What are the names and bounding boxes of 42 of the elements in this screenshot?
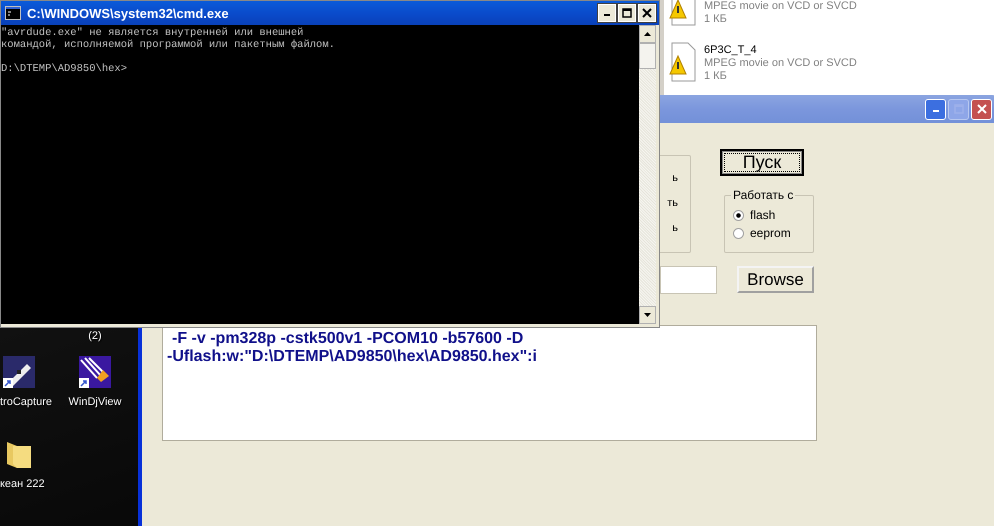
option-label: ь (672, 221, 678, 235)
option-label: ть (667, 196, 678, 210)
close-button[interactable] (638, 4, 656, 22)
browse-button[interactable]: Browse (737, 266, 814, 293)
group-label: Работать с (731, 188, 796, 202)
option-label: ь (672, 171, 678, 185)
command-line: -Uflash:w:"D:\DTEMP\AD9850\hex\AD9850.hex":i (167, 348, 538, 366)
start-button[interactable]: Пуск (720, 149, 804, 176)
radio-label[interactable]: flash (750, 208, 776, 222)
scroll-up-button[interactable] (639, 25, 656, 43)
file-name[interactable]: 6P3C_T_4 (704, 44, 857, 57)
window-title: C:\WINDOWS\system32\cmd.exe (27, 6, 230, 20)
icon-label[interactable]: troCapture (0, 396, 52, 408)
scroll-down-button[interactable] (639, 306, 656, 324)
file-size: 1 КБ (704, 13, 728, 26)
path-field[interactable] (660, 266, 717, 294)
file-type: MPEG movie on VCD or SVCD (704, 57, 857, 70)
file-size: 1 КБ (704, 70, 728, 83)
maximize-icon (622, 8, 632, 18)
close-icon (976, 104, 986, 114)
down-arrow-icon (644, 313, 651, 317)
file-warning-icon (668, 42, 696, 82)
console-line: командой, исполняемой программой или пакетным файлом. (1, 39, 336, 51)
icon-label[interactable]: кеан 222 (0, 478, 45, 490)
radio-button[interactable] (733, 228, 744, 238)
command-line: -F -v -pm328p -cstk500v1 -PCOM10 -b57600 -D (171, 330, 524, 348)
camera-app-icon (3, 356, 35, 388)
console-line: "avrdude.exe" не является внутренней или внешней (1, 27, 304, 39)
radio-label[interactable]: eeprom (750, 226, 791, 240)
minimize-button[interactable] (598, 4, 616, 22)
radio-button[interactable] (733, 210, 744, 220)
file-type: MPEG movie on VCD or SVCD (704, 0, 857, 13)
paperclip-app-icon (79, 356, 111, 388)
icon-label[interactable]: WinDjView (68, 396, 122, 408)
close-icon (642, 8, 652, 18)
icon-label[interactable]: (2) (88, 330, 102, 342)
scroll-thumb[interactable] (639, 43, 656, 69)
console-icon (5, 6, 21, 20)
console-line: D:\DTEMP\AD9850\hex> (1, 63, 128, 75)
command-text-area[interactable]: -F -v -pm328p -cstk500v1 -PCOM10 -b57600 -D -Uflash:w:"D:\DTEMP\AD9850\hex\AD9850.hex":i (162, 325, 817, 441)
up-arrow-icon (644, 32, 651, 36)
scrollbar[interactable] (639, 25, 656, 324)
